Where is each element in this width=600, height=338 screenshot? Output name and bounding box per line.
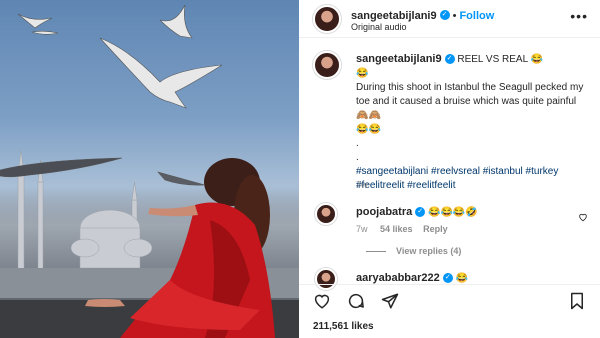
post-actions	[299, 292, 600, 314]
verified-badge-icon: ✓	[442, 273, 453, 284]
comment-username[interactable]: aaryababbar222	[356, 272, 440, 284]
post-header: sangeetabijlani9 ✓ • Follow Original audio …	[299, 0, 600, 38]
comment-age: 7w	[356, 224, 368, 234]
caption: sangeetabijlani9 ✓ REEL VS REAL 😂 😂 Durin…	[356, 52, 588, 193]
post-media[interactable]	[0, 0, 299, 338]
view-replies-label: View replies (4)	[396, 246, 462, 256]
audio-label[interactable]: Original audio	[351, 22, 407, 32]
view-replies-button[interactable]: View replies (4)	[366, 246, 461, 256]
caption-author-avatar[interactable]	[313, 51, 341, 79]
caption-title-emoji-2: 😂	[356, 68, 369, 79]
scene-illustration	[0, 4, 299, 338]
comment-meta: 7w 54 likes Reply	[356, 224, 448, 234]
more-options-icon[interactable]: •••	[570, 8, 588, 24]
comment-likes[interactable]: 54 likes	[380, 224, 413, 234]
verified-badge-icon: ✓	[415, 207, 426, 218]
author-avatar[interactable]	[313, 5, 341, 33]
caption-hashtags[interactable]: #sangeetabijlani #reelvsreal #istanbul #…	[356, 166, 558, 191]
heart-icon[interactable]	[313, 292, 331, 315]
comment-avatar[interactable]	[315, 268, 337, 290]
comment-username[interactable]: poojabatra	[356, 206, 412, 218]
comment-text: 😂	[455, 273, 469, 284]
caption-age: 7w	[356, 180, 368, 190]
caption-title-emoji: 😂	[530, 54, 544, 65]
caption-author-username[interactable]: sangeetabijlani9	[356, 53, 442, 65]
actions-divider	[299, 284, 600, 285]
comment-icon[interactable]	[347, 292, 365, 315]
caption-trail-emoji: 😂😂	[356, 124, 381, 135]
comment-reply-button[interactable]: Reply	[423, 224, 448, 234]
comment-heart-icon[interactable]	[578, 209, 588, 227]
follow-button[interactable]: Follow	[459, 10, 494, 22]
caption-body: During this shoot in Istanbul the Seagul…	[356, 82, 584, 107]
separator-dot: •	[452, 10, 457, 22]
verified-badge-icon: ✓	[444, 54, 455, 65]
caption-title: REEL VS REAL	[457, 54, 528, 65]
caption-dot-2: .	[356, 152, 359, 163]
caption-dot-1: .	[356, 138, 359, 149]
post-sidebar: sangeetabijlani9 ✓ • Follow Original audio …	[299, 0, 600, 338]
comment-item: poojabatra ✓ 😂😂😂🤣	[356, 205, 478, 220]
bookmark-icon[interactable]	[569, 292, 585, 315]
comment-text: 😂😂😂🤣	[428, 207, 478, 218]
likes-count[interactable]: 211,561 likes	[313, 321, 374, 332]
author-username[interactable]: sangeetabijlani9	[351, 10, 437, 22]
comment-avatar[interactable]	[315, 203, 337, 225]
replies-divider	[366, 251, 386, 253]
share-icon[interactable]	[381, 292, 399, 315]
caption-painful-emoji: 🙈🙈	[356, 110, 381, 121]
verified-badge-icon: ✓	[439, 9, 450, 20]
